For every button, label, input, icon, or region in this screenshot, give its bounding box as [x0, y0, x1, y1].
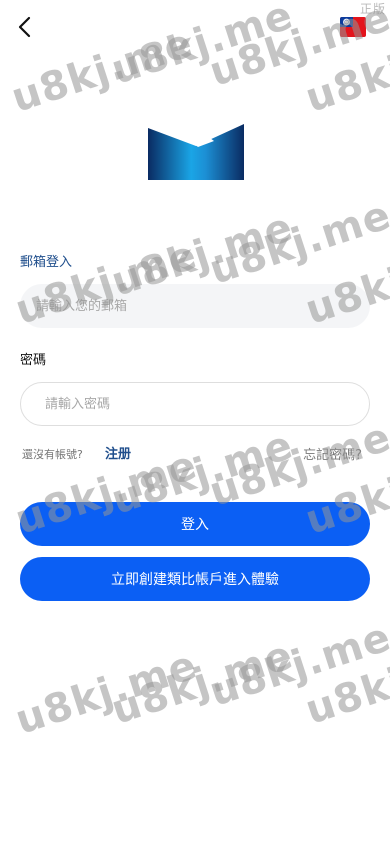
register-link[interactable]: 注册 — [105, 443, 131, 462]
watermark: u8kj.me — [106, 632, 299, 734]
email-input[interactable] — [20, 284, 370, 328]
back-button[interactable] — [10, 12, 40, 42]
password-input[interactable] — [20, 382, 370, 426]
watermark: u8kj.me — [204, 414, 390, 516]
forgot-password-link[interactable]: 忘記密碼? — [303, 444, 362, 463]
corner-label: 正版 — [359, 2, 386, 16]
password-label: 密碼 — [20, 353, 47, 368]
watermark: u8kj.me — [204, 192, 390, 294]
chevron-left-icon — [18, 16, 31, 38]
watermark: u8kj.me — [106, 0, 299, 94]
watermark: u8kj.me — [10, 642, 203, 744]
login-button[interactable]: 登入 — [20, 502, 370, 546]
watermark: u8kj.me — [300, 632, 390, 734]
email-login-label: 郵箱登入 — [20, 255, 73, 270]
taiwan-flag-icon — [340, 17, 366, 37]
brand-logo — [148, 124, 246, 180]
watermark: u8kj.me — [204, 614, 390, 716]
language-flag-button[interactable] — [340, 17, 366, 37]
demo-account-button[interactable]: 立即創建類比帳戶進入體驗 — [20, 557, 370, 601]
brand-logo-icon — [148, 124, 244, 180]
no-account-text: 還沒有帳號? — [22, 448, 83, 461]
